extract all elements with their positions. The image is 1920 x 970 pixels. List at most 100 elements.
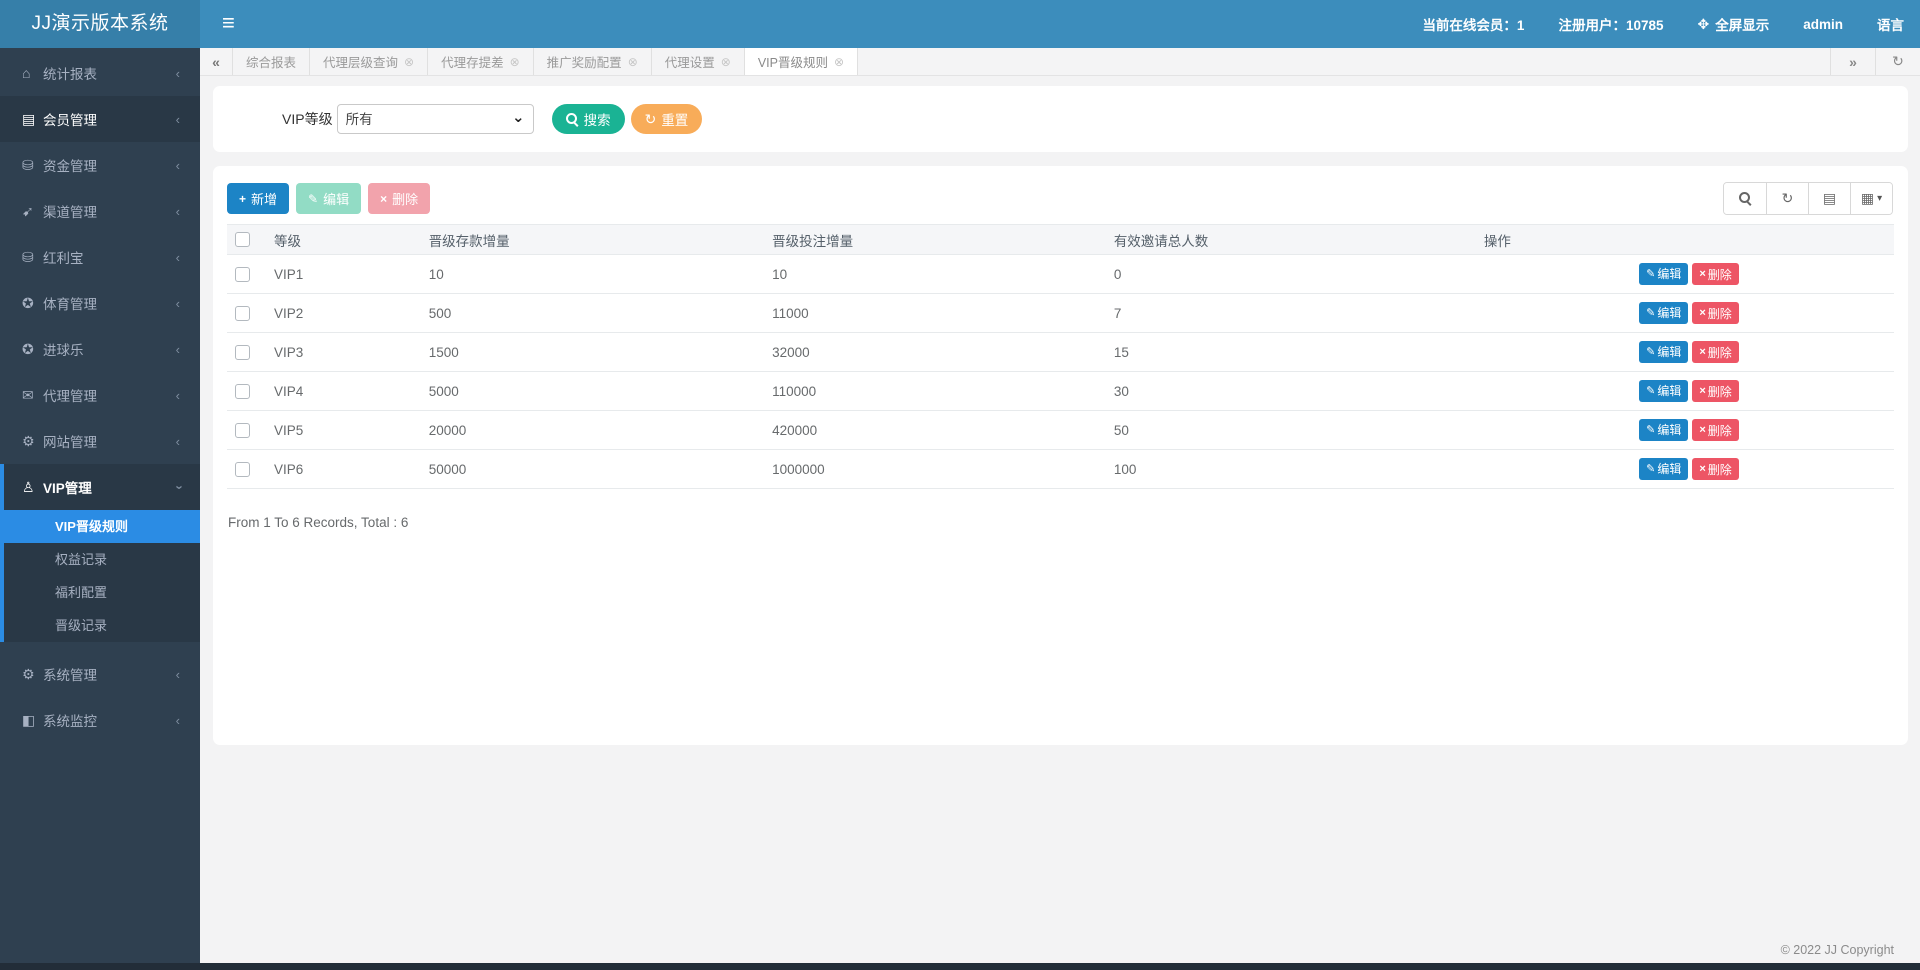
sidebar-subitem[interactable]: VIP晋级规则 [0, 510, 200, 543]
sidebar-item[interactable]: ✉ 代理管理 ‹ [0, 372, 200, 418]
cell-bet-increment: 420000 [772, 411, 1114, 450]
filter-panel: VIP等级 所有 ⌄ 搜索 ↻ 重置 [213, 86, 1908, 152]
cell-bet-increment: 32000 [772, 333, 1114, 372]
reset-button[interactable]: ↻ 重置 [631, 104, 703, 134]
chevron-left-icon: ‹ [176, 296, 180, 311]
chevron-left-icon: ‹ [176, 158, 180, 173]
row-edit-button[interactable]: ✎编辑 [1639, 419, 1688, 441]
add-button[interactable]: + 新增 [227, 183, 289, 214]
grid-view-icon: ▦ [1861, 190, 1874, 207]
row-checkbox[interactable] [235, 267, 250, 282]
row-delete-button[interactable]: ×删除 [1692, 341, 1738, 363]
col-header-actions: 操作 [1484, 225, 1894, 255]
table-detail-view-button[interactable]: ▤ [1808, 183, 1850, 214]
language-menu[interactable]: 语言 [1877, 14, 1904, 34]
table-refresh-button[interactable]: ↻ [1766, 183, 1808, 214]
cell-bet-increment: 10 [772, 255, 1114, 294]
table-header-row: 等级 晋级存款增量 晋级投注增量 有效邀请总人数 操作 [227, 225, 1894, 255]
sidebar-item[interactable]: ⚙ 系统管理 ‹ [0, 651, 200, 697]
home-icon: ⌂ [22, 65, 43, 81]
row-edit-button[interactable]: ✎编辑 [1639, 380, 1688, 402]
sidebar-subitem[interactable]: 晋级记录 [4, 609, 200, 642]
sidebar-item[interactable]: ▤ 会员管理 ‹ [0, 96, 200, 142]
tab-close-icon[interactable]: ⊗ [628, 55, 638, 69]
tab-label: VIP晋级规则 [758, 52, 828, 71]
tab[interactable]: 代理存提差 ⊗ [428, 48, 534, 75]
sidebar-item[interactable]: ✪ 进球乐 ‹ [0, 326, 200, 372]
row-delete-button[interactable]: ×删除 [1692, 380, 1738, 402]
table-row: VIP5 20000 420000 50 ✎编辑×删除 [227, 411, 1894, 450]
cell-level: VIP2 [267, 294, 429, 333]
cell-deposit-increment: 20000 [429, 411, 772, 450]
vip-level-select[interactable]: 所有 [337, 104, 534, 134]
user-menu[interactable]: admin [1803, 17, 1843, 32]
sidebar-item[interactable]: ✪ 体育管理 ‹ [0, 280, 200, 326]
hamburger-menu-icon[interactable]: ≡ [222, 0, 235, 48]
refresh-icon: ↻ [1782, 190, 1794, 207]
cell-valid-invites: 30 [1114, 372, 1484, 411]
row-delete-button[interactable]: ×删除 [1692, 263, 1738, 285]
edit-icon: ✎ [1646, 462, 1655, 475]
row-checkbox[interactable] [235, 384, 250, 399]
fullscreen-icon: ✥ [1698, 16, 1710, 33]
tab[interactable]: 推广奖励配置 ⊗ [534, 48, 652, 75]
table-row: VIP2 500 11000 7 ✎编辑×删除 [227, 294, 1894, 333]
vip-user-icon: ♙ [22, 479, 43, 496]
chevron-left-icon: ‹ [176, 342, 180, 357]
edit-icon: ✎ [1646, 423, 1655, 436]
sidebar-item[interactable]: ➹ 渠道管理 ‹ [0, 188, 200, 234]
row-edit-button[interactable]: ✎编辑 [1639, 458, 1688, 480]
cell-level: VIP3 [267, 333, 429, 372]
row-delete-button[interactable]: ×删除 [1692, 458, 1738, 480]
chevron-down-icon: ‹ [170, 485, 185, 489]
tabs-scroll-right-icon[interactable]: » [1830, 48, 1875, 75]
tab[interactable]: 代理设置 ⊗ [652, 48, 745, 75]
row-delete-button[interactable]: ×删除 [1692, 302, 1738, 324]
sidebar-item[interactable]: ⌂ 统计报表 ‹ [0, 50, 200, 96]
cell-valid-invites: 7 [1114, 294, 1484, 333]
sidebar-subitem[interactable]: 权益记录 [4, 543, 200, 576]
fullscreen-button[interactable]: ✥ 全屏显示 [1698, 14, 1770, 34]
row-edit-button[interactable]: ✎编辑 [1639, 341, 1688, 363]
tabs-scroll-left-icon[interactable]: « [200, 48, 233, 75]
chevron-left-icon: ‹ [176, 388, 180, 403]
row-edit-button[interactable]: ✎编辑 [1639, 302, 1688, 324]
sidebar-item[interactable]: ⛁ 资金管理 ‹ [0, 142, 200, 188]
top-header: JJ演示版本系统 ≡ 当前在线会员：1 注册用户：10785 ✥ 全屏显示 ad… [0, 0, 1920, 48]
sidebar-item[interactable]: ⚙ 网站管理 ‹ [0, 418, 200, 464]
table-search-button[interactable] [1724, 183, 1766, 214]
select-all-checkbox[interactable] [235, 232, 250, 247]
edit-button[interactable]: ✎ 编辑 [296, 183, 361, 214]
records-summary: From 1 To 6 Records, Total : 6 [228, 515, 1893, 530]
tab-close-icon[interactable]: ⊗ [404, 55, 414, 69]
row-checkbox[interactable] [235, 306, 250, 321]
system-gear-icon: ⚙ [22, 666, 43, 683]
row-delete-button[interactable]: ×删除 [1692, 419, 1738, 441]
tabs-refresh-icon[interactable]: ↻ [1875, 48, 1920, 75]
row-checkbox[interactable] [235, 345, 250, 360]
cell-level: VIP5 [267, 411, 429, 450]
sidebar-item[interactable]: ◧ 系统监控 ‹ [0, 697, 200, 743]
row-checkbox[interactable] [235, 423, 250, 438]
sidebar-subitem[interactable]: 福利配置 [4, 576, 200, 609]
row-edit-button[interactable]: ✎编辑 [1639, 263, 1688, 285]
sidebar-item[interactable]: ⛁ 红利宝 ‹ [0, 234, 200, 280]
sidebar: ⌂ 统计报表 ‹ ▤ 会员管理 ‹ ⛁ 资金管理 ‹ ➹ 渠道管理 ‹ ⛁ 红利… [0, 48, 200, 963]
tab[interactable]: VIP晋级规则 ⊗ [745, 48, 858, 75]
tab-close-icon[interactable]: ⊗ [721, 55, 731, 69]
cell-level: VIP4 [267, 372, 429, 411]
plus-icon: + [239, 192, 246, 206]
tab-close-icon[interactable]: ⊗ [834, 55, 844, 69]
row-checkbox[interactable] [235, 462, 250, 477]
tab[interactable]: 综合报表 [233, 48, 310, 75]
tab-label: 综合报表 [246, 52, 296, 71]
sidebar-item[interactable]: ♙ VIP管理 ‹ [4, 464, 200, 510]
copyright-text: © 2022 JJ Copyright [1781, 943, 1894, 957]
tab[interactable]: 代理层级查询 ⊗ [310, 48, 428, 75]
search-button[interactable]: 搜索 [552, 104, 625, 134]
sidebar-nav: ⌂ 统计报表 ‹ ▤ 会员管理 ‹ ⛁ 资金管理 ‹ ➹ 渠道管理 ‹ ⛁ 红利… [0, 50, 200, 743]
delete-button[interactable]: × 删除 [368, 183, 430, 214]
tab-close-icon[interactable]: ⊗ [510, 55, 520, 69]
tab-bar: « 综合报表 代理层级查询 ⊗ 代理存提差 ⊗ 推广奖励配置 ⊗ 代理设置 ⊗ … [200, 48, 1920, 76]
table-columns-button[interactable]: ▦▾ [1850, 183, 1892, 214]
